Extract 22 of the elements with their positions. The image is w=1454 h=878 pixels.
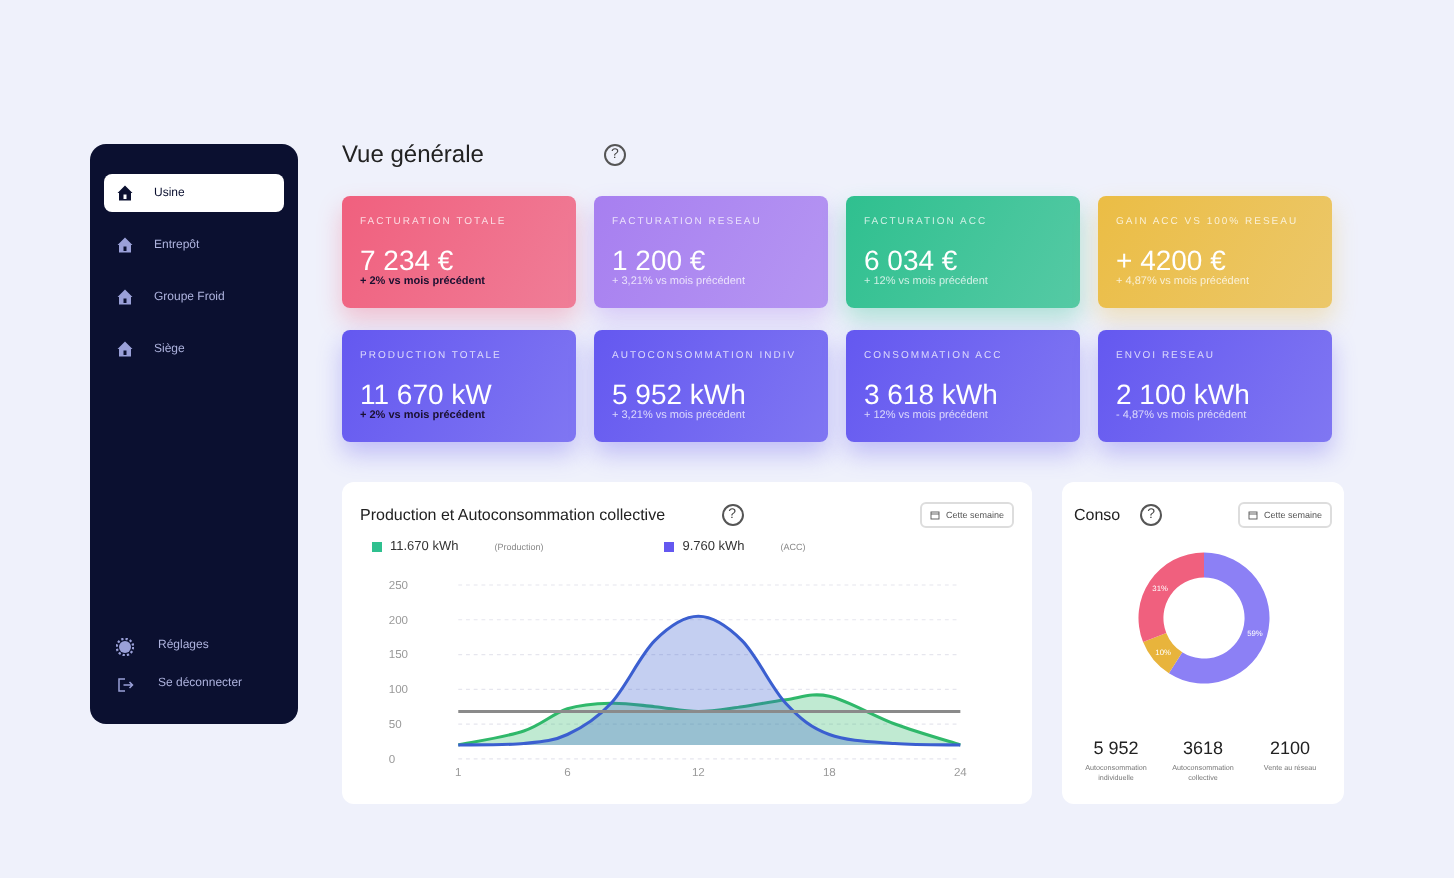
page-title: Vue générale [342, 140, 484, 168]
stat-value: 3618 [1182, 737, 1224, 758]
calendar-icon [929, 510, 940, 520]
panel-title: Conso [1074, 506, 1121, 524]
house-icon [116, 288, 134, 306]
house-icon [116, 184, 134, 202]
card-value: 3 618 kWh [864, 378, 1000, 410]
card-value: 7 234 € [360, 244, 456, 276]
stat-value: 5 952 [1093, 737, 1139, 758]
house-icon [116, 236, 134, 254]
logout-icon [116, 675, 134, 693]
card-value: 11 670 kW [360, 378, 494, 410]
house-icon [116, 340, 134, 358]
calendar-icon [1247, 510, 1258, 520]
panel-title: Production et Autoconsommation collective [360, 506, 666, 524]
card-value: 6 034 € [864, 244, 960, 276]
settings-icon [116, 637, 134, 655]
card-value: 2 100 kWh [1116, 378, 1252, 410]
card-value: 1 200 € [612, 244, 708, 276]
stat-value: 2100 [1269, 737, 1311, 758]
card-value: 5 952 kWh [612, 378, 748, 410]
card-value: + 4200 € [1116, 244, 1228, 276]
